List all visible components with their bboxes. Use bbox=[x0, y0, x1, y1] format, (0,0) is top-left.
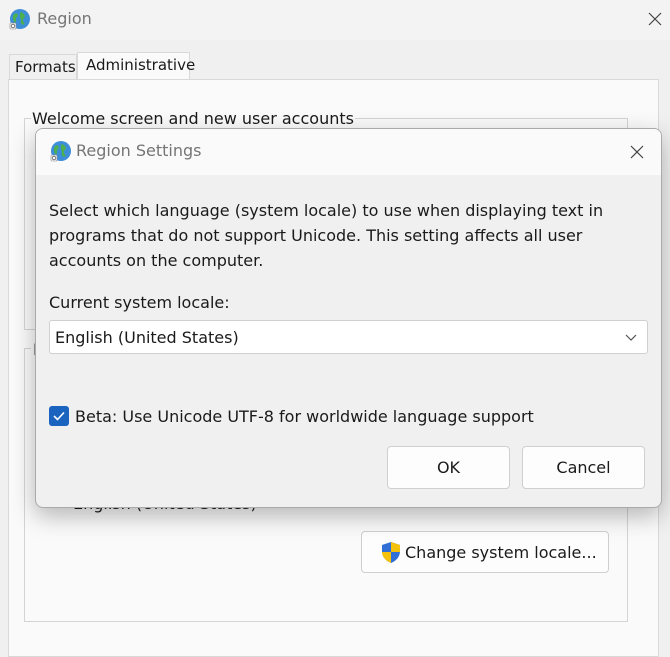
close-icon[interactable] bbox=[622, 137, 652, 167]
dialog-title: Region Settings bbox=[76, 141, 202, 160]
dialog-description: Select which language (system locale) to… bbox=[49, 201, 604, 270]
system-locale-select[interactable]: English (United States) bbox=[49, 320, 648, 354]
tab-formats[interactable]: Formats bbox=[9, 54, 77, 79]
tab-strip: Formats Administrative bbox=[0, 40, 670, 80]
cancel-button[interactable]: Cancel bbox=[522, 446, 645, 489]
dialog-titlebar: Region Settings bbox=[36, 129, 661, 175]
chevron-down-icon bbox=[623, 329, 639, 345]
uac-shield-icon bbox=[379, 540, 403, 564]
change-system-locale-button[interactable]: Change system locale... bbox=[361, 531, 609, 573]
welcome-group-label: Welcome screen and new user accounts bbox=[31, 109, 355, 128]
region-titlebar: Region bbox=[0, 0, 670, 40]
window-title: Region bbox=[37, 9, 92, 28]
globe-icon bbox=[49, 139, 73, 163]
beta-utf8-label: Beta: Use Unicode UTF-8 for worldwide la… bbox=[75, 406, 534, 426]
beta-utf8-checkbox[interactable] bbox=[49, 406, 69, 426]
system-locale-value: English (United States) bbox=[55, 328, 239, 347]
current-system-locale-label: Current system locale: bbox=[49, 293, 230, 312]
beta-utf8-option[interactable]: Beta: Use Unicode UTF-8 for worldwide la… bbox=[49, 405, 534, 427]
ok-button[interactable]: OK bbox=[387, 446, 510, 489]
close-icon[interactable] bbox=[640, 4, 670, 34]
globe-icon bbox=[8, 7, 32, 31]
region-settings-dialog: Region Settings Select which language (s… bbox=[35, 128, 662, 508]
tab-administrative[interactable]: Administrative bbox=[77, 52, 195, 80]
change-system-locale-label: Change system locale... bbox=[405, 542, 597, 562]
